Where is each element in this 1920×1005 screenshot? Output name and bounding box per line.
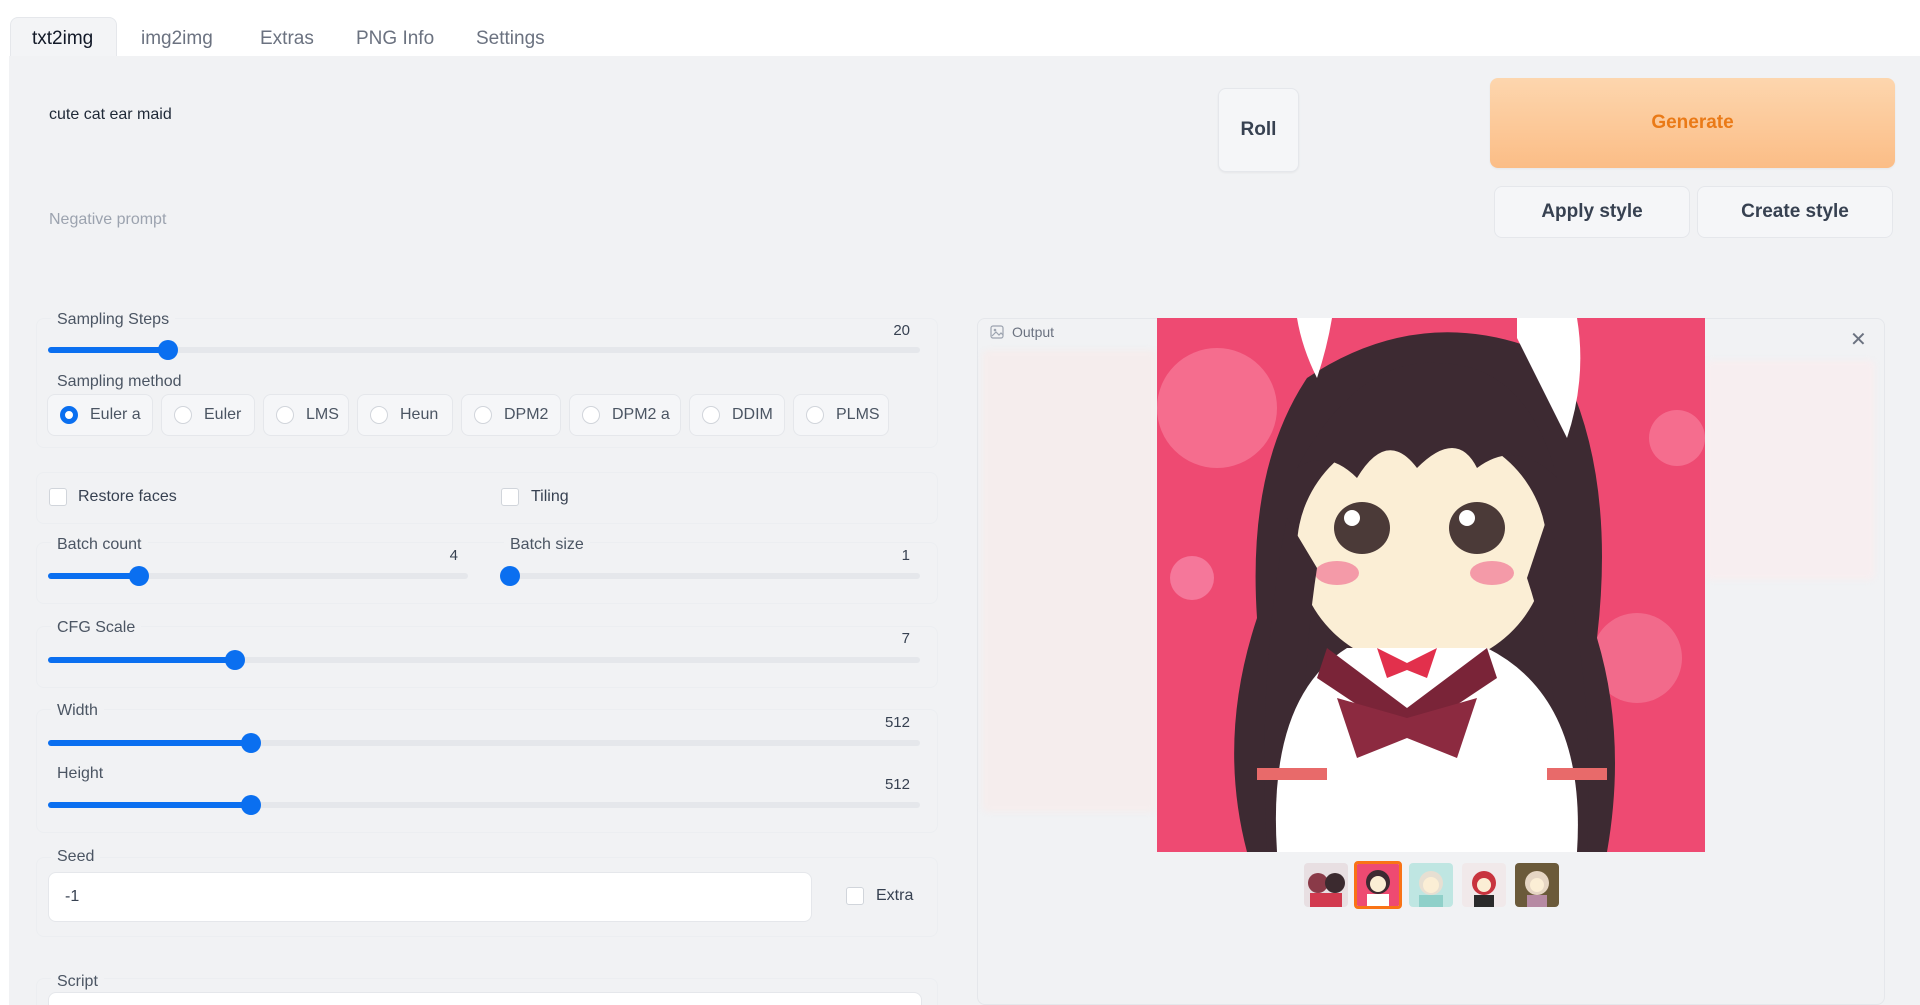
tab-png-info[interactable]: PNG Info bbox=[356, 28, 434, 50]
roll-button[interactable]: Roll bbox=[1218, 88, 1299, 172]
output-label: Output bbox=[1012, 324, 1055, 340]
prompt-textarea[interactable] bbox=[36, 90, 1186, 186]
sampling-method-label: Sampling method bbox=[51, 373, 188, 391]
radio-label: Heun bbox=[400, 406, 439, 423]
create-style-button[interactable]: Create style bbox=[1697, 186, 1893, 238]
batch-count-fill bbox=[48, 573, 138, 579]
output-thumbnail-3[interactable] bbox=[1409, 863, 1453, 907]
output-thumbnail-2[interactable] bbox=[1354, 861, 1402, 909]
extra-label: Extra bbox=[876, 887, 914, 904]
seed-label: Seed bbox=[51, 848, 101, 866]
tab-extras[interactable]: Extras bbox=[260, 28, 314, 50]
cfg-scale-value[interactable]: 7 bbox=[860, 630, 910, 647]
radio-icon bbox=[276, 406, 294, 424]
radio-euler[interactable]: Euler bbox=[161, 394, 255, 436]
script-dropdown[interactable] bbox=[48, 992, 922, 1005]
tiling-label: Tiling bbox=[531, 488, 569, 505]
height-value[interactable]: 512 bbox=[860, 776, 910, 793]
radio-icon bbox=[582, 406, 600, 424]
radio-label: Euler a bbox=[90, 406, 141, 423]
radio-euler-a[interactable]: Euler a bbox=[47, 394, 153, 436]
sampling-steps-label: Sampling Steps bbox=[51, 311, 176, 329]
width-value[interactable]: 512 bbox=[860, 714, 910, 731]
restore-faces-label: Restore faces bbox=[78, 488, 177, 505]
output-thumbnail-1[interactable] bbox=[1304, 863, 1348, 907]
output-thumbnail-5[interactable] bbox=[1515, 863, 1559, 907]
height-label: Height bbox=[51, 765, 110, 783]
radio-label: LMS bbox=[306, 406, 339, 423]
app-root: txt2img img2img Extras PNG Info Settings… bbox=[0, 0, 1920, 1005]
radio-label: DDIM bbox=[732, 406, 773, 423]
radio-icon bbox=[702, 406, 720, 424]
batch-count-label: Batch count bbox=[51, 536, 148, 554]
tab-settings[interactable]: Settings bbox=[476, 28, 545, 50]
batch-count-value[interactable]: 4 bbox=[408, 547, 458, 564]
seed-input[interactable]: -1 bbox=[48, 872, 812, 922]
radio-label: DPM2 a bbox=[612, 406, 670, 423]
radio-label: DPM2 bbox=[504, 406, 549, 423]
width-fill bbox=[48, 740, 251, 746]
tab-img2img[interactable]: img2img bbox=[141, 28, 213, 50]
tiling-checkbox[interactable] bbox=[501, 488, 519, 506]
image-icon bbox=[990, 325, 1004, 339]
extra-checkbox[interactable] bbox=[846, 887, 864, 905]
negative-prompt-textarea[interactable] bbox=[36, 196, 1306, 284]
tab-txt2img[interactable]: txt2img bbox=[32, 28, 93, 50]
output-thumbnail-4[interactable] bbox=[1462, 863, 1506, 907]
cfg-scale-thumb[interactable] bbox=[225, 650, 245, 670]
prompt-text: cute cat ear maid bbox=[49, 106, 172, 123]
batch-size-label: Batch size bbox=[504, 536, 590, 554]
sampling-steps-value[interactable]: 20 bbox=[860, 322, 910, 339]
sampling-steps-fill bbox=[48, 347, 168, 353]
height-thumb[interactable] bbox=[241, 795, 261, 815]
radio-heun[interactable]: Heun bbox=[357, 394, 453, 436]
batch-size-thumb[interactable] bbox=[500, 566, 520, 586]
blurred-image-left bbox=[982, 350, 1157, 812]
batch-count-thumb[interactable] bbox=[129, 566, 149, 586]
height-fill bbox=[48, 802, 251, 808]
script-label: Script bbox=[51, 973, 104, 991]
radio-label: Euler bbox=[204, 406, 242, 423]
radio-selected-icon bbox=[60, 406, 78, 424]
dimensions-group bbox=[36, 709, 938, 833]
radio-icon bbox=[806, 406, 824, 424]
radio-dpm2-a[interactable]: DPM2 a bbox=[569, 394, 681, 436]
apply-style-button[interactable]: Apply style bbox=[1494, 186, 1690, 238]
width-thumb[interactable] bbox=[241, 733, 261, 753]
output-label-wrap: Output bbox=[990, 324, 1054, 340]
radio-icon bbox=[474, 406, 492, 424]
radio-dpm2[interactable]: DPM2 bbox=[461, 394, 561, 436]
radio-icon bbox=[370, 406, 388, 424]
radio-icon bbox=[174, 406, 192, 424]
radio-lms[interactable]: LMS bbox=[263, 394, 349, 436]
blurred-image-right bbox=[1705, 360, 1875, 580]
batch-size-slider[interactable] bbox=[500, 573, 920, 579]
cfg-scale-label: CFG Scale bbox=[51, 619, 142, 637]
negative-prompt-placeholder: Negative prompt bbox=[49, 211, 167, 228]
radio-ddim[interactable]: DDIM bbox=[689, 394, 785, 436]
radio-label: PLMS bbox=[836, 406, 880, 423]
restore-faces-checkbox[interactable] bbox=[49, 488, 67, 506]
width-label: Width bbox=[51, 702, 104, 720]
cfg-scale-fill bbox=[48, 657, 235, 663]
radio-plms[interactable]: PLMS bbox=[793, 394, 889, 436]
sampling-steps-thumb[interactable] bbox=[158, 340, 178, 360]
generate-button[interactable]: Generate bbox=[1490, 78, 1895, 168]
generated-image[interactable] bbox=[1157, 318, 1705, 852]
close-icon[interactable]: ✕ bbox=[1850, 327, 1867, 352]
batch-size-value[interactable]: 1 bbox=[860, 547, 910, 564]
sampling-steps-slider[interactable] bbox=[48, 347, 920, 353]
